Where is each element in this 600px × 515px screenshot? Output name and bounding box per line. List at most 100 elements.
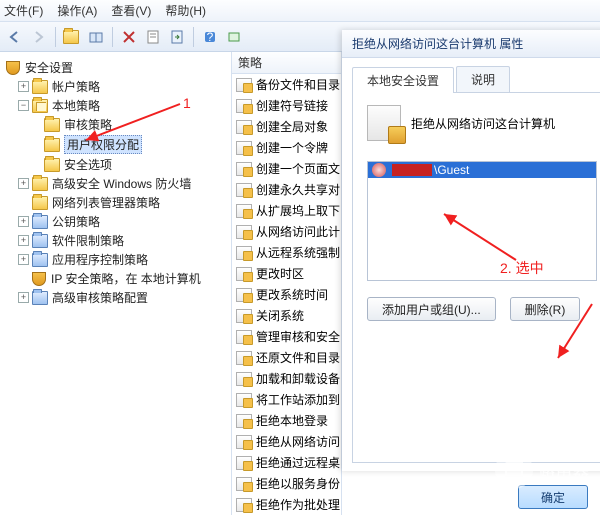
policy-item[interactable]: 从网络访问此计 xyxy=(232,221,341,242)
collapse-icon[interactable]: − xyxy=(18,100,29,111)
dialog-title: 拒绝从网络访问这台计算机 属性 xyxy=(342,30,600,58)
menu-file[interactable]: 文件(F) xyxy=(4,2,43,19)
policy-item[interactable]: 更改系统时间 xyxy=(232,284,341,305)
expand-icon[interactable]: + xyxy=(18,235,29,246)
policy-list: 备份文件和目录创建符号链接创建全局对象创建一个令牌创建一个页面文创建永久共享对从… xyxy=(232,74,341,515)
tree-audit[interactable]: 审核策略 xyxy=(4,115,227,134)
expand-icon[interactable]: + xyxy=(18,216,29,227)
tree-label: 应用程序控制策略 xyxy=(52,251,148,268)
export-icon[interactable] xyxy=(166,26,188,48)
policy-item[interactable]: 将工作站添加到 xyxy=(232,389,341,410)
policy-item-label: 创建一个令牌 xyxy=(256,139,328,156)
folder-open-icon xyxy=(32,99,48,113)
tree-secopt[interactable]: 安全选项 xyxy=(4,155,227,174)
policy-item-icon xyxy=(236,162,252,176)
column-header[interactable]: 策略 xyxy=(232,52,341,74)
add-user-button[interactable]: 添加用户或组(U)... xyxy=(367,297,496,321)
policy-item-label: 管理审核和安全 xyxy=(256,328,340,345)
right-pane: 拒绝从网络访问这台计算机 属性 本地安全设置 说明 拒绝从网络访问这台计算机 xyxy=(342,52,600,515)
user-item-guest[interactable]: \Guest xyxy=(368,162,596,178)
policy-item[interactable]: 创建符号链接 xyxy=(232,95,341,116)
expand-icon[interactable]: + xyxy=(18,254,29,265)
policy-item-icon xyxy=(236,288,252,302)
tree-advaudit[interactable]: +高级审核策略配置 xyxy=(4,288,227,307)
user-name: \Guest xyxy=(434,163,469,177)
tree-root-label: 安全设置 xyxy=(25,59,73,76)
policy-item[interactable]: 加载和卸载设备 xyxy=(232,368,341,389)
user-listbox[interactable]: \Guest xyxy=(367,161,597,281)
svg-text:?: ? xyxy=(207,30,214,44)
policy-item[interactable]: 创建一个令牌 xyxy=(232,137,341,158)
policy-item-icon xyxy=(236,141,252,155)
policy-item[interactable]: 拒绝本地登录 xyxy=(232,410,341,431)
tree-firewall[interactable]: + 高级安全 Windows 防火墙 xyxy=(4,174,227,193)
policy-item[interactable]: 还原文件和目录 xyxy=(232,347,341,368)
tree-local[interactable]: −本地策略 xyxy=(4,96,227,115)
back-icon[interactable] xyxy=(4,26,26,48)
delete-button[interactable]: 删除(R) xyxy=(510,297,581,321)
tab-local-security[interactable]: 本地安全设置 xyxy=(352,67,454,93)
folder-icon xyxy=(32,253,48,267)
folder-icon xyxy=(32,80,48,94)
policy-item[interactable]: 管理审核和安全 xyxy=(232,326,341,347)
menu-help[interactable]: 帮助(H) xyxy=(165,2,206,19)
tree-root[interactable]: 安全设置 xyxy=(4,58,227,77)
delete-icon[interactable] xyxy=(118,26,140,48)
tree-rights[interactable]: 用户权限分配 xyxy=(4,134,227,155)
refresh-icon[interactable] xyxy=(223,26,245,48)
separator xyxy=(112,27,113,47)
policy-item-label: 将工作站添加到 xyxy=(256,391,340,408)
help-icon[interactable]: ? xyxy=(199,26,221,48)
up-folder-icon[interactable] xyxy=(61,26,83,48)
properties-icon[interactable] xyxy=(142,26,164,48)
policy-item[interactable]: 创建永久共享对 xyxy=(232,179,341,200)
policy-item[interactable]: 备份文件和目录 xyxy=(232,74,341,95)
tree-appctrl[interactable]: + 应用程序控制策略 xyxy=(4,250,227,269)
folder-icon xyxy=(32,291,48,305)
menu-view[interactable]: 查看(V) xyxy=(111,2,151,19)
policy-item-label: 关闭系统 xyxy=(256,307,304,324)
policy-item-label: 从远程系统强制 xyxy=(256,244,340,261)
policy-item-icon xyxy=(236,477,252,491)
policy-item[interactable]: 拒绝从网络访问 xyxy=(232,431,341,452)
policy-item-icon xyxy=(236,99,252,113)
policy-item-label: 还原文件和目录 xyxy=(256,349,340,366)
tree-label: 高级安全 Windows 防火墙 xyxy=(52,175,191,192)
shield-icon xyxy=(6,61,20,75)
watermark-text: 路由器 xyxy=(539,458,590,482)
policy-item-icon xyxy=(236,78,252,92)
policy-item[interactable]: 拒绝以服务身份 xyxy=(232,473,341,494)
policy-item-label: 创建一个页面文 xyxy=(256,160,340,177)
policy-item[interactable]: 拒绝作为批处理 xyxy=(232,494,341,515)
policy-item[interactable]: 关闭系统 xyxy=(232,305,341,326)
tree-netlist[interactable]: 网络列表管理器策略 xyxy=(4,193,227,212)
policy-item-label: 更改系统时间 xyxy=(256,286,328,303)
menu-action[interactable]: 操作(A) xyxy=(57,2,97,19)
policy-item-label: 拒绝从网络访问 xyxy=(256,433,340,450)
tree-ipsec[interactable]: IP 安全策略，在 本地计算机 xyxy=(4,269,227,288)
policy-item[interactable]: 从扩展坞上取下 xyxy=(232,200,341,221)
tree-label: 软件限制策略 xyxy=(52,232,124,249)
policy-item[interactable]: 创建一个页面文 xyxy=(232,158,341,179)
expand-icon[interactable]: + xyxy=(18,81,29,92)
tree-pubkey[interactable]: +公钥策略 xyxy=(4,212,227,231)
folder-icon xyxy=(32,177,48,191)
policy-item[interactable]: 从远程系统强制 xyxy=(232,242,341,263)
show-hide-icon[interactable] xyxy=(85,26,107,48)
policy-item-icon xyxy=(236,309,252,323)
tree-softres[interactable]: + 软件限制策略 xyxy=(4,231,227,250)
expand-icon[interactable]: + xyxy=(18,178,29,189)
folder-icon xyxy=(44,138,60,152)
forward-icon[interactable] xyxy=(28,26,50,48)
policy-item[interactable]: 拒绝通过远程桌 xyxy=(232,452,341,473)
tab-description[interactable]: 说明 xyxy=(456,66,510,92)
policy-item-label: 拒绝本地登录 xyxy=(256,412,328,429)
policy-item-icon xyxy=(236,393,252,407)
tree-accounts[interactable]: +帐户策略 xyxy=(4,77,227,96)
policy-item-icon xyxy=(236,330,252,344)
tree-label: 安全选项 xyxy=(64,156,112,173)
expand-icon[interactable]: + xyxy=(18,292,29,303)
policy-item[interactable]: 创建全局对象 xyxy=(232,116,341,137)
policy-item[interactable]: 更改时区 xyxy=(232,263,341,284)
policy-item-label: 更改时区 xyxy=(256,265,304,282)
